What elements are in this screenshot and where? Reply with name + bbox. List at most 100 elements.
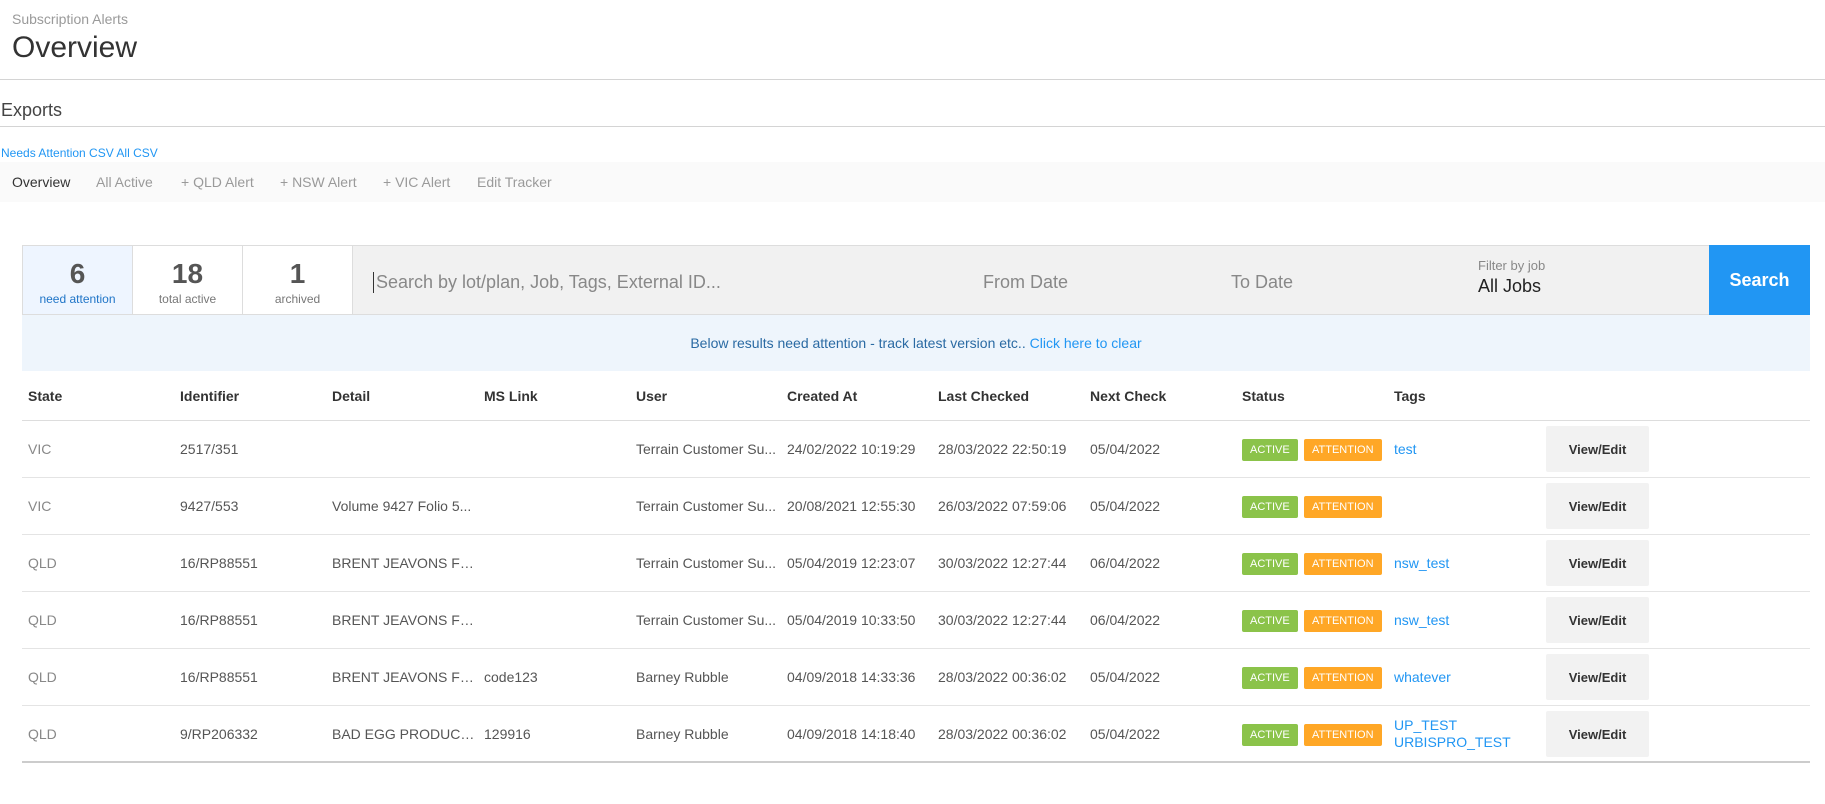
view-edit-button[interactable]: View/Edit [1546,540,1649,586]
cell-created-at: 04/09/2018 14:18:40 [787,726,916,742]
cell-created-at: 05/04/2019 10:33:50 [787,612,916,628]
cell-identifier: 9/RP206332 [180,726,258,742]
search-input[interactable] [373,272,933,293]
status-badge-active: ACTIVE [1242,724,1298,746]
tag-link[interactable]: nsw_test [1394,612,1449,629]
tab-add-vic-alert[interactable]: + VIC Alert [383,174,450,190]
view-edit-button[interactable]: View/Edit [1546,483,1649,529]
filter-panel: 6 need attention 18 total active 1 archi… [22,245,1810,315]
stat-value: 1 [289,258,306,289]
tab-edit-tracker[interactable]: Edit Tracker [477,174,552,190]
cell-state: VIC [28,441,52,457]
cell-user: Terrain Customer Su... [636,612,777,628]
cell-user: Terrain Customer Su... [636,498,777,514]
tag-link[interactable]: URBISPRO_TEST [1394,734,1511,751]
job-filter-select[interactable]: Filter by job All Jobs [1478,258,1708,297]
tab-add-nsw-alert[interactable]: + NSW Alert [280,174,357,190]
cell-next-check: 06/04/2022 [1090,555,1161,571]
to-date-field[interactable]: To Date [1231,272,1431,293]
status-badge-attention: ATTENTION [1304,610,1382,632]
column-header[interactable]: MS Link [484,388,538,404]
status-badge-attention: ATTENTION [1304,496,1382,518]
cell-ms-link: 129916 [484,726,531,742]
table-row: QLD 16/RP88551 BRENT JEAVONS FE... Terra… [22,535,1810,592]
needs-attention-csv-link[interactable]: Needs Attention CSV [1,146,114,160]
cell-last-checked: 30/03/2022 12:27:44 [938,555,1067,571]
cell-next-check: 05/04/2022 [1090,669,1161,685]
cell-identifier: 16/RP88551 [180,612,258,628]
tag-link[interactable]: test [1394,441,1417,458]
view-edit-button[interactable]: View/Edit [1546,711,1649,757]
column-header[interactable]: Tags [1394,388,1426,404]
table-row: VIC 2517/351 Terrain Customer Su... 24/0… [22,421,1810,478]
cell-created-at: 20/08/2021 12:55:30 [787,498,916,514]
tab-overview[interactable]: Overview [12,174,70,190]
cell-created-at: 05/04/2019 12:23:07 [787,555,916,571]
view-edit-button[interactable]: View/Edit [1546,426,1649,472]
tag-link[interactable]: UP_TEST [1394,717,1511,734]
breadcrumb: Subscription Alerts [12,11,128,27]
status-badge-attention: ATTENTION [1304,667,1382,689]
cell-detail: Volume 9427 Folio 5... [332,498,472,514]
status-badge-active: ACTIVE [1242,439,1298,461]
divider [0,79,1825,80]
page-title: Overview [12,31,138,64]
cell-next-check: 06/04/2022 [1090,612,1161,628]
cell-user: Barney Rubble [636,669,729,685]
cell-last-checked: 28/03/2022 22:50:19 [938,441,1067,457]
stat-total-active[interactable]: 18 total active [133,246,243,314]
cell-detail: BRENT JEAVONS FE... [332,612,477,628]
search-button[interactable]: Search [1709,245,1810,315]
column-header[interactable]: User [636,388,667,404]
table-header: State Identifier Detail MS Link User Cre… [22,371,1810,421]
column-header[interactable]: State [28,388,62,404]
cell-last-checked: 30/03/2022 12:27:44 [938,612,1067,628]
stat-value: 6 [69,258,86,289]
column-header[interactable]: Identifier [180,388,239,404]
cell-identifier: 16/RP88551 [180,555,258,571]
exports-section-title: Exports [1,100,63,120]
view-edit-button[interactable]: View/Edit [1546,654,1649,700]
table-row: VIC 9427/553 Volume 9427 Folio 5... Terr… [22,478,1810,535]
tab-all-active[interactable]: All Active [96,174,153,190]
view-edit-button[interactable]: View/Edit [1546,597,1649,643]
cell-user: Terrain Customer Su... [636,555,777,571]
table-row: QLD 16/RP88551 BRENT JEAVONS FE... Terra… [22,592,1810,649]
tab-bar: Overview All Active + QLD Alert + NSW Al… [0,162,1825,202]
status-badge-attention: ATTENTION [1304,439,1382,461]
column-header[interactable]: Created At [787,388,857,404]
tag-link[interactable]: whatever [1394,669,1451,686]
cell-created-at: 24/02/2022 10:19:29 [787,441,916,457]
stat-label: archived [274,292,321,306]
stat-need-attention[interactable]: 6 need attention [23,246,133,314]
clear-filter-link[interactable]: Click here to clear [1030,335,1142,351]
cell-identifier: 16/RP88551 [180,669,258,685]
divider [0,126,1825,127]
status-badge-active: ACTIVE [1242,496,1298,518]
cell-created-at: 04/09/2018 14:33:36 [787,669,916,685]
stat-archived[interactable]: 1 archived [243,246,353,314]
cell-next-check: 05/04/2022 [1090,441,1161,457]
cell-state: QLD [28,555,57,571]
cell-last-checked: 26/03/2022 07:59:06 [938,498,1067,514]
cell-last-checked: 28/03/2022 00:36:02 [938,669,1067,685]
cell-user: Barney Rubble [636,726,729,742]
status-badge-active: ACTIVE [1242,610,1298,632]
status-badge-active: ACTIVE [1242,553,1298,575]
stat-label: need attention [39,292,116,306]
cell-identifier: 9427/553 [180,498,239,514]
column-header[interactable]: Status [1242,388,1285,404]
column-header[interactable]: Next Check [1090,388,1166,404]
tag-link[interactable]: nsw_test [1394,555,1449,572]
cell-state: QLD [28,612,57,628]
all-csv-link[interactable]: All CSV [116,146,157,160]
column-header[interactable]: Last Checked [938,388,1029,404]
from-date-field[interactable]: From Date [983,272,1183,293]
column-header[interactable]: Detail [332,388,370,404]
cell-tags: nsw_test [1394,612,1449,629]
cell-user: Terrain Customer Su... [636,441,777,457]
tab-add-qld-alert[interactable]: + QLD Alert [181,174,254,190]
stat-label: total active [158,292,217,306]
table-row: QLD 9/RP206332 BAD EGG PRODUCE... 129916… [22,706,1810,763]
cell-detail: BRENT JEAVONS FE... [332,555,477,571]
